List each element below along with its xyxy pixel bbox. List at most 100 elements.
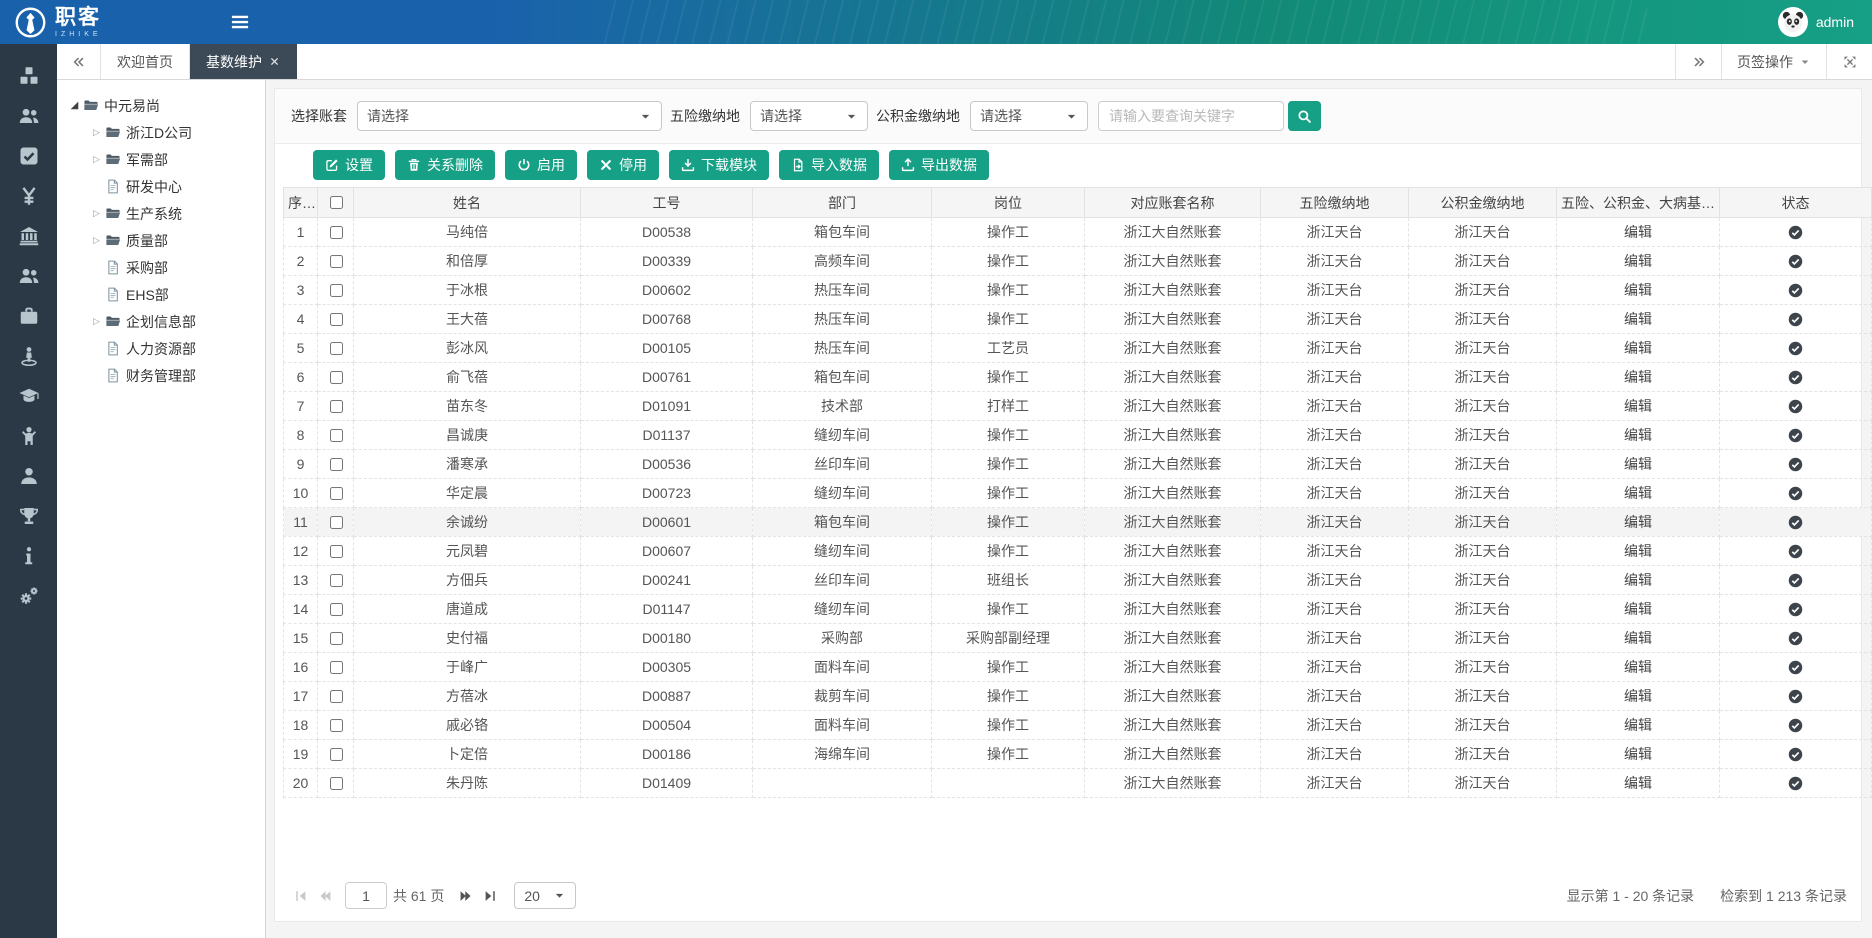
tree-item-军需部[interactable]: ▷军需部: [67, 146, 261, 173]
page-size-select[interactable]: 20: [514, 882, 576, 909]
insurance-place-select[interactable]: 请选择: [750, 101, 868, 131]
table-row[interactable]: 13方佃兵D00241丝印车间班组长浙江大自然账套浙江天台浙江天台编辑: [284, 566, 1872, 595]
row-checkbox[interactable]: [330, 632, 343, 645]
edit-link[interactable]: 编辑: [1624, 775, 1652, 791]
fund-place-select[interactable]: 请选择: [970, 101, 1088, 131]
edit-link[interactable]: 编辑: [1624, 659, 1652, 675]
tree-item-研发中心[interactable]: 研发中心: [67, 173, 261, 200]
table-row[interactable]: 11余诚纷D00601箱包车间操作工浙江大自然账套浙江天台浙江天台编辑: [284, 508, 1872, 537]
export-data-button[interactable]: 导出数据: [889, 150, 989, 180]
brand-logo[interactable]: 职客 IZHIKE: [14, 6, 102, 39]
edit-link[interactable]: 编辑: [1624, 340, 1652, 356]
select-all-checkbox[interactable]: [330, 196, 343, 209]
row-checkbox[interactable]: [330, 487, 343, 500]
table-row[interactable]: 19卜定倍D00186海绵车间操作工浙江大自然账套浙江天台浙江天台编辑: [284, 740, 1872, 769]
edit-link[interactable]: 编辑: [1624, 746, 1652, 762]
disable-button[interactable]: 停用: [587, 150, 659, 180]
last-page-button[interactable]: [478, 884, 502, 908]
table-row[interactable]: 15史付福D00180采购部采购部副经理浙江大自然账套浙江天台浙江天台编辑: [284, 624, 1872, 653]
tab-基数维护[interactable]: 基数维护: [190, 44, 297, 79]
next-page-button[interactable]: [454, 884, 478, 908]
caret-collapsed-icon[interactable]: ▷: [89, 235, 104, 246]
row-checkbox[interactable]: [330, 719, 343, 732]
edit-link[interactable]: 编辑: [1624, 630, 1652, 646]
tree-item-EHS部[interactable]: EHS部: [67, 281, 261, 308]
rail-item-trophy[interactable]: [0, 496, 57, 536]
table-row[interactable]: 18戚必铬D00504面料车间操作工浙江大自然账套浙江天台浙江天台编辑: [284, 711, 1872, 740]
tree-item-浙江D公司[interactable]: ▷浙江D公司: [67, 119, 261, 146]
account-select[interactable]: 请选择: [357, 101, 662, 131]
edit-link[interactable]: 编辑: [1624, 572, 1652, 588]
rail-item-team[interactable]: [0, 256, 57, 296]
row-checkbox[interactable]: [330, 603, 343, 616]
edit-link[interactable]: 编辑: [1624, 369, 1652, 385]
tree-item-财务管理部[interactable]: 财务管理部: [67, 362, 261, 389]
row-checkbox[interactable]: [330, 284, 343, 297]
table-row[interactable]: 8昌诚庚D01137缝纫车间操作工浙江大自然账套浙江天台浙江天台编辑: [284, 421, 1872, 450]
import-data-button[interactable]: 导入数据: [779, 150, 879, 180]
table-row[interactable]: 4王大蓓D00768热压车间操作工浙江大自然账套浙江天台浙江天台编辑: [284, 305, 1872, 334]
rail-item-street-view[interactable]: [0, 336, 57, 376]
tree-item-中元易尚[interactable]: ◢中元易尚: [67, 92, 261, 119]
table-row[interactable]: 3于冰根D00602热压车间操作工浙江大自然账套浙江天台浙江天台编辑: [284, 276, 1872, 305]
caret-collapsed-icon[interactable]: ▷: [89, 316, 104, 327]
table-row[interactable]: 2和倍厚D00339高频车间操作工浙江大自然账套浙江天台浙江天台编辑: [284, 247, 1872, 276]
user-menu[interactable]: admin: [1778, 7, 1854, 37]
table-row[interactable]: 10华定晨D00723缝纫车间操作工浙江大自然账套浙江天台浙江天台编辑: [284, 479, 1872, 508]
table-row[interactable]: 7苗东冬D01091技术部打样工浙江大自然账套浙江天台浙江天台编辑: [284, 392, 1872, 421]
caret-collapsed-icon[interactable]: ▷: [89, 127, 104, 138]
table-row[interactable]: 1马纯倍D00538箱包车间操作工浙江大自然账套浙江天台浙江天台编辑: [284, 218, 1872, 247]
tabs-scroll-right-button[interactable]: [1675, 44, 1721, 79]
table-row[interactable]: 20朱丹陈D01409浙江大自然账套浙江天台浙江天台编辑: [284, 769, 1872, 798]
page-number-input[interactable]: [345, 882, 387, 909]
caret-collapsed-icon[interactable]: ▷: [89, 208, 104, 219]
rail-item-yen[interactable]: [0, 176, 57, 216]
row-checkbox[interactable]: [330, 429, 343, 442]
row-checkbox[interactable]: [330, 255, 343, 268]
row-checkbox[interactable]: [330, 545, 343, 558]
relation-delete-button[interactable]: 关系删除: [395, 150, 495, 180]
edit-link[interactable]: 编辑: [1624, 224, 1652, 240]
row-checkbox[interactable]: [330, 371, 343, 384]
tabs-scroll-left-button[interactable]: [57, 44, 101, 79]
rail-item-user[interactable]: [0, 456, 57, 496]
rail-item-check-square[interactable]: [0, 136, 57, 176]
row-checkbox[interactable]: [330, 748, 343, 761]
edit-link[interactable]: 编辑: [1624, 311, 1652, 327]
table-row[interactable]: 5彭冰风D00105热压车间工艺员浙江大自然账套浙江天台浙江天台编辑: [284, 334, 1872, 363]
rail-item-cogs[interactable]: [0, 576, 57, 616]
row-checkbox[interactable]: [330, 690, 343, 703]
edit-link[interactable]: 编辑: [1624, 717, 1652, 733]
row-checkbox[interactable]: [330, 661, 343, 674]
tree-item-企划信息部[interactable]: ▷企划信息部: [67, 308, 261, 335]
tab-operations-dropdown[interactable]: 页签操作: [1721, 44, 1826, 79]
row-checkbox[interactable]: [330, 400, 343, 413]
edit-link[interactable]: 编辑: [1624, 543, 1652, 559]
edit-link[interactable]: 编辑: [1624, 601, 1652, 617]
rail-item-cubes[interactable]: [0, 56, 57, 96]
table-row[interactable]: 9潘寒承D00536丝印车间操作工浙江大自然账套浙江天台浙江天台编辑: [284, 450, 1872, 479]
caret-expanded-icon[interactable]: ◢: [67, 100, 82, 111]
table-row[interactable]: 14唐道成D01147缝纫车间操作工浙江大自然账套浙江天台浙江天台编辑: [284, 595, 1872, 624]
tree-item-人力资源部[interactable]: 人力资源部: [67, 335, 261, 362]
rail-item-briefcase[interactable]: [0, 296, 57, 336]
edit-link[interactable]: 编辑: [1624, 253, 1652, 269]
tree-item-质量部[interactable]: ▷质量部: [67, 227, 261, 254]
first-page-button[interactable]: [289, 884, 313, 908]
edit-link[interactable]: 编辑: [1624, 398, 1652, 414]
edit-link[interactable]: 编辑: [1624, 485, 1652, 501]
edit-link[interactable]: 编辑: [1624, 456, 1652, 472]
enable-button[interactable]: 启用: [505, 150, 577, 180]
search-button[interactable]: [1288, 101, 1321, 131]
edit-link[interactable]: 编辑: [1624, 427, 1652, 443]
tree-item-采购部[interactable]: 采购部: [67, 254, 261, 281]
table-row[interactable]: 17方蓓冰D00887裁剪车间操作工浙江大自然账套浙江天台浙江天台编辑: [284, 682, 1872, 711]
caret-collapsed-icon[interactable]: ▷: [89, 154, 104, 165]
rail-item-graduation-cap[interactable]: [0, 376, 57, 416]
edit-link[interactable]: 编辑: [1624, 688, 1652, 704]
search-input[interactable]: [1098, 101, 1284, 131]
tab-欢迎首页[interactable]: 欢迎首页: [101, 44, 190, 79]
rail-item-info[interactable]: [0, 536, 57, 576]
rail-item-bank[interactable]: [0, 216, 57, 256]
row-checkbox[interactable]: [330, 226, 343, 239]
